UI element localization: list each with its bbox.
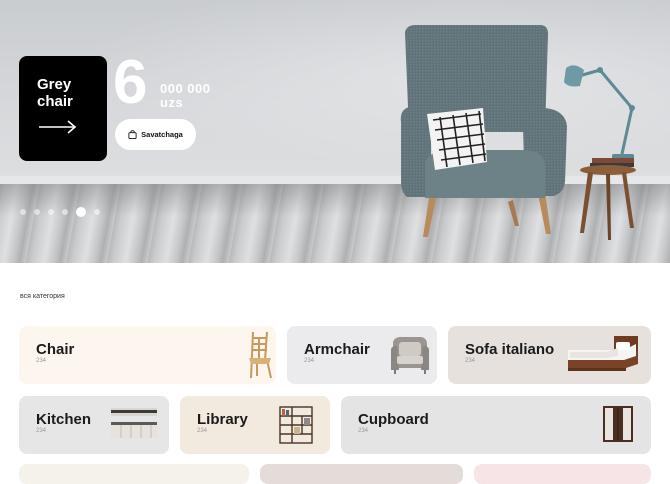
category-card-library[interactable]: Library 234 bbox=[180, 396, 330, 454]
basket-label: Savatchaga bbox=[141, 130, 183, 139]
category-name: Cupboard bbox=[358, 411, 429, 428]
category-count: 234 bbox=[36, 358, 47, 364]
add-to-basket-button[interactable]: Savatchaga bbox=[115, 119, 196, 150]
arrow-right-icon[interactable] bbox=[39, 120, 77, 134]
promo-card[interactable]: Grey chair bbox=[19, 56, 107, 161]
price-main: 6 bbox=[113, 48, 148, 117]
carousel-dot[interactable] bbox=[20, 209, 26, 215]
wicker-armchair-image bbox=[391, 336, 429, 374]
price-currency: uzs bbox=[160, 95, 184, 110]
category-count: 234 bbox=[36, 428, 47, 434]
kitchen-set-image bbox=[111, 408, 157, 438]
carousel-dot[interactable] bbox=[48, 209, 54, 215]
price-rest: 000 000 uzs bbox=[160, 82, 211, 110]
category-card-partial[interactable] bbox=[19, 464, 249, 484]
wardrobe-image bbox=[603, 406, 633, 442]
category-card-sofa-italiano[interactable]: Sofa italiano 234 bbox=[448, 326, 651, 384]
category-count: 234 bbox=[304, 358, 315, 364]
wooden-chair-image bbox=[249, 331, 272, 379]
hero-banner: Grey chair 6 000 000 uzs Savatchaga bbox=[0, 0, 670, 263]
basket-icon bbox=[128, 130, 137, 139]
bookshelf-image bbox=[279, 406, 313, 444]
carousel-dot[interactable] bbox=[94, 209, 100, 215]
carousel-dots bbox=[20, 207, 100, 217]
category-card-cupboard[interactable]: Cupboard 234 bbox=[341, 396, 651, 454]
category-name: Armchair bbox=[304, 341, 370, 358]
category-name: Chair bbox=[36, 341, 75, 358]
category-card-partial[interactable] bbox=[474, 464, 651, 484]
category-name: Library bbox=[197, 411, 248, 428]
carousel-dot-active[interactable] bbox=[76, 207, 86, 217]
category-count: 234 bbox=[465, 358, 476, 364]
section-title: вся категория bbox=[20, 293, 65, 300]
carousel-dot[interactable] bbox=[62, 209, 68, 215]
promo-title: Grey chair bbox=[37, 76, 73, 110]
carousel-dot[interactable] bbox=[34, 209, 40, 215]
grey-chair-image bbox=[400, 25, 567, 237]
category-count: 234 bbox=[197, 428, 208, 434]
category-card-armchair[interactable]: Armchair 234 bbox=[287, 326, 437, 384]
category-name: Sofa italiano bbox=[465, 341, 555, 358]
price-thousands: 000 000 bbox=[160, 81, 211, 96]
category-count: 234 bbox=[358, 428, 369, 434]
category-card-kitchen[interactable]: Kitchen 234 bbox=[19, 396, 169, 454]
category-name: Kitchen bbox=[36, 411, 92, 428]
bed-image bbox=[568, 336, 638, 371]
category-card-partial[interactable] bbox=[260, 464, 463, 484]
lamp-table-image bbox=[564, 65, 636, 240]
category-card-chair[interactable]: Chair 234 bbox=[19, 326, 276, 384]
